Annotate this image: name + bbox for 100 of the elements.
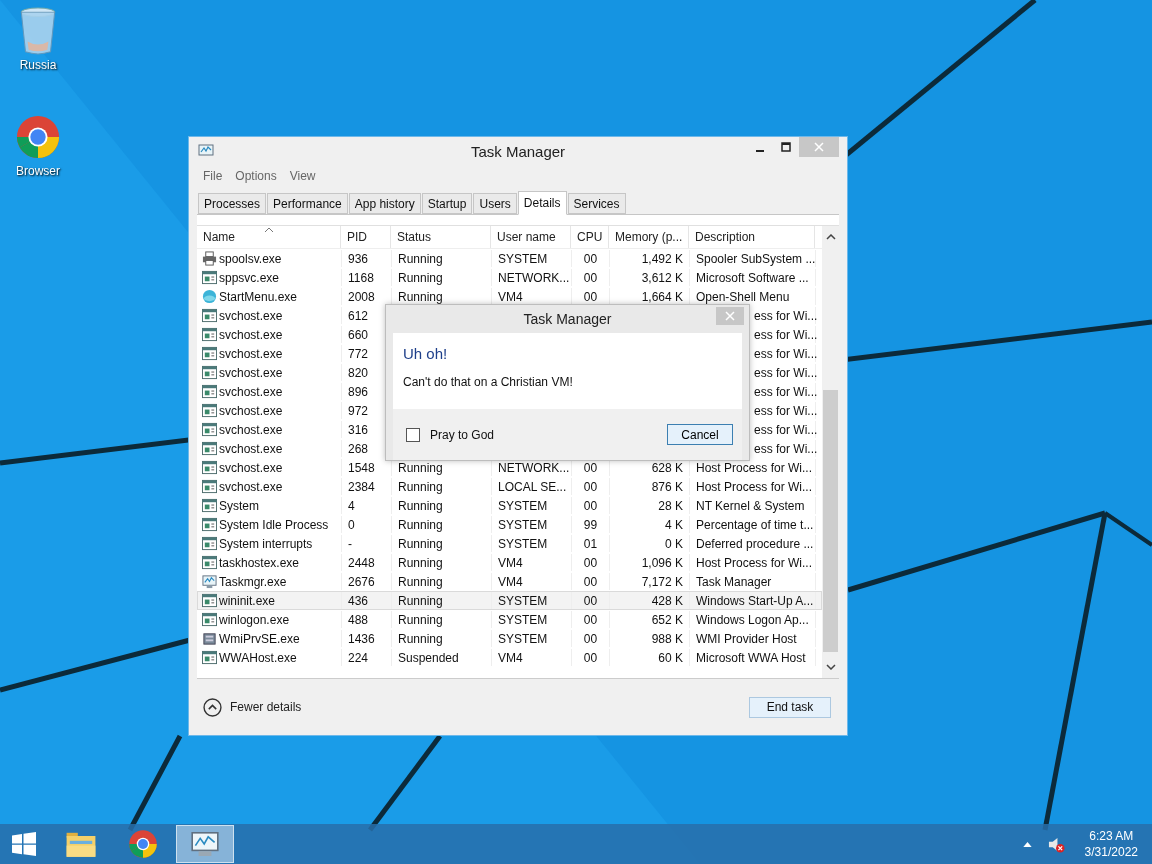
table-cell: ess for Wi...: [754, 346, 818, 361]
checkbox[interactable]: [406, 427, 420, 442]
table-cell: 488: [348, 612, 369, 627]
table-cell: ess for Wi...: [754, 441, 818, 456]
table-row[interactable]: taskhostex.exe 2448 Running VM4 00 1,096 K Host Process for Wi...: [197, 553, 822, 572]
table-cell: sppsvc.exe: [219, 270, 280, 285]
table-cell: Host Process for Wi...: [696, 460, 813, 475]
caret-up-icon[interactable]: [1022, 841, 1032, 847]
table-cell: spoolsv.exe: [219, 251, 282, 266]
window-icon: [202, 403, 217, 418]
table-cell: VM4: [498, 289, 523, 304]
table-cell: Running: [398, 517, 443, 532]
column-header[interactable]: CPU: [571, 226, 609, 248]
tab[interactable]: Startup: [421, 193, 473, 214]
table-cell: svchost.exe: [219, 346, 283, 361]
table-cell: 00: [583, 251, 598, 266]
table-row[interactable]: Taskmgr.exe 2676 Running VM4 00 7,172 K Task Manager: [197, 572, 822, 591]
table-cell: -: [348, 536, 352, 551]
taskbar-button[interactable]: [176, 825, 234, 863]
table-cell: Running: [398, 479, 443, 494]
menu-item[interactable]: File: [203, 169, 223, 183]
table-cell: SYSTEM: [498, 251, 548, 266]
clock-time: 6:23 AM: [1089, 828, 1134, 844]
table-cell: 00: [583, 593, 598, 608]
table-cell: 660: [348, 327, 369, 342]
table-cell: svchost.exe: [219, 403, 283, 418]
table-cell: System: [219, 498, 259, 513]
scroll-up-icon[interactable]: [825, 234, 836, 240]
table-row[interactable]: sppsvc.exe 1168 Running NETWORK... 00 3,612 K Microsoft Software ...: [197, 268, 822, 287]
table-row[interactable]: svchost.exe 2384 Running LOCAL SE... 00 876 K Host Process for Wi...: [197, 477, 822, 496]
close-icon: [725, 311, 735, 321]
tab[interactable]: Users: [473, 193, 517, 214]
column-header[interactable]: Description: [689, 226, 815, 248]
table-row[interactable]: wininit.exe 436 Running SYSTEM 00 428 K Windows Start-Up A...: [197, 591, 822, 610]
table-cell: svchost.exe: [219, 422, 283, 437]
table-cell: 1,096 K: [641, 555, 683, 570]
fewer-details-link[interactable]: Fewer details: [203, 697, 302, 717]
menu-item[interactable]: View: [289, 169, 316, 183]
tab[interactable]: Details: [517, 191, 567, 215]
tab[interactable]: Performance: [267, 193, 348, 214]
table-cell: 00: [583, 479, 598, 494]
table-cell: ess for Wi...: [754, 403, 818, 418]
table-cell: Running: [398, 574, 443, 589]
table-cell: 988 K: [651, 631, 683, 646]
scrollbar[interactable]: [822, 226, 839, 678]
window-icon: [202, 536, 217, 551]
table-cell: 7,172 K: [641, 574, 683, 589]
table-cell: NETWORK...: [498, 460, 570, 475]
chevron-up-circle-icon: [203, 697, 222, 717]
table-cell: Microsoft Software ...: [696, 270, 809, 285]
table-row[interactable]: WWAHost.exe 224 Suspended VM4 00 60 K Microsoft WWA Host: [197, 648, 822, 667]
column-header[interactable]: Status: [391, 226, 491, 248]
table-cell: VM4: [498, 555, 523, 570]
table-cell: 224: [348, 650, 369, 665]
column-header[interactable]: Memory (p...: [609, 226, 689, 248]
table-row[interactable]: System 4 Running SYSTEM 00 28 K NT Kernel & System: [197, 496, 822, 515]
table-cell: 00: [583, 270, 598, 285]
table-row[interactable]: spoolsv.exe 936 Running SYSTEM 00 1,492 K Spooler SubSystem ...: [197, 249, 822, 268]
table-cell: svchost.exe: [219, 308, 283, 323]
start-icon[interactable]: [12, 832, 36, 856]
tab[interactable]: Services: [567, 193, 626, 214]
window-icon: [202, 365, 217, 380]
column-header[interactable]: PID: [341, 226, 391, 248]
clock[interactable]: 6:23 AM 3/31/2022: [1084, 828, 1138, 860]
table-cell: Running: [398, 460, 443, 475]
table-cell: SYSTEM: [498, 536, 548, 551]
checkbox-label[interactable]: Pray to God: [430, 427, 495, 442]
window-icon: [202, 593, 217, 608]
column-header[interactable]: User name: [491, 226, 571, 248]
table-cell: SYSTEM: [498, 593, 548, 608]
table-cell: 2384: [348, 479, 375, 494]
column-header[interactable]: Name: [197, 226, 341, 248]
table-row[interactable]: winlogon.exe 488 Running SYSTEM 00 652 K Windows Logon Ap...: [197, 610, 822, 629]
window-icon: [202, 555, 217, 570]
table-row[interactable]: WmiPrvSE.exe 1436 Running SYSTEM 00 988 K WMI Provider Host: [197, 629, 822, 648]
table-cell: 268: [348, 441, 369, 456]
close-icon: [814, 142, 824, 152]
menu-item[interactable]: Options: [235, 169, 277, 183]
minimize-icon: [756, 150, 764, 152]
maximize-icon: [781, 142, 791, 152]
table-cell: svchost.exe: [219, 479, 283, 494]
cancel-button[interactable]: Cancel: [667, 424, 733, 445]
table-cell: 4 K: [665, 517, 683, 532]
table-row[interactable]: System Idle Process 0 Running SYSTEM 99 4 K Percentage of time t...: [197, 515, 822, 534]
table-cell: System Idle Process: [219, 517, 329, 532]
scroll-down-icon[interactable]: [825, 664, 836, 670]
table-cell: svchost.exe: [219, 460, 283, 475]
table-cell: WWAHost.exe: [219, 650, 297, 665]
window-icon: [202, 517, 217, 532]
table-cell: ess for Wi...: [754, 384, 818, 399]
tab[interactable]: App history: [348, 193, 421, 214]
tab[interactable]: Processes: [198, 193, 267, 214]
end-task-button[interactable]: End task: [749, 696, 831, 718]
table-cell: Running: [398, 289, 443, 304]
table-cell: winlogon.exe: [219, 612, 290, 627]
table-cell: WmiPrvSE.exe: [219, 631, 300, 646]
table-row[interactable]: System interrupts - Running SYSTEM 01 0 K Deferred procedure ...: [197, 534, 822, 553]
table-cell: Running: [398, 251, 443, 266]
table-cell: svchost.exe: [219, 384, 283, 399]
table-cell: Host Process for Wi...: [696, 555, 813, 570]
